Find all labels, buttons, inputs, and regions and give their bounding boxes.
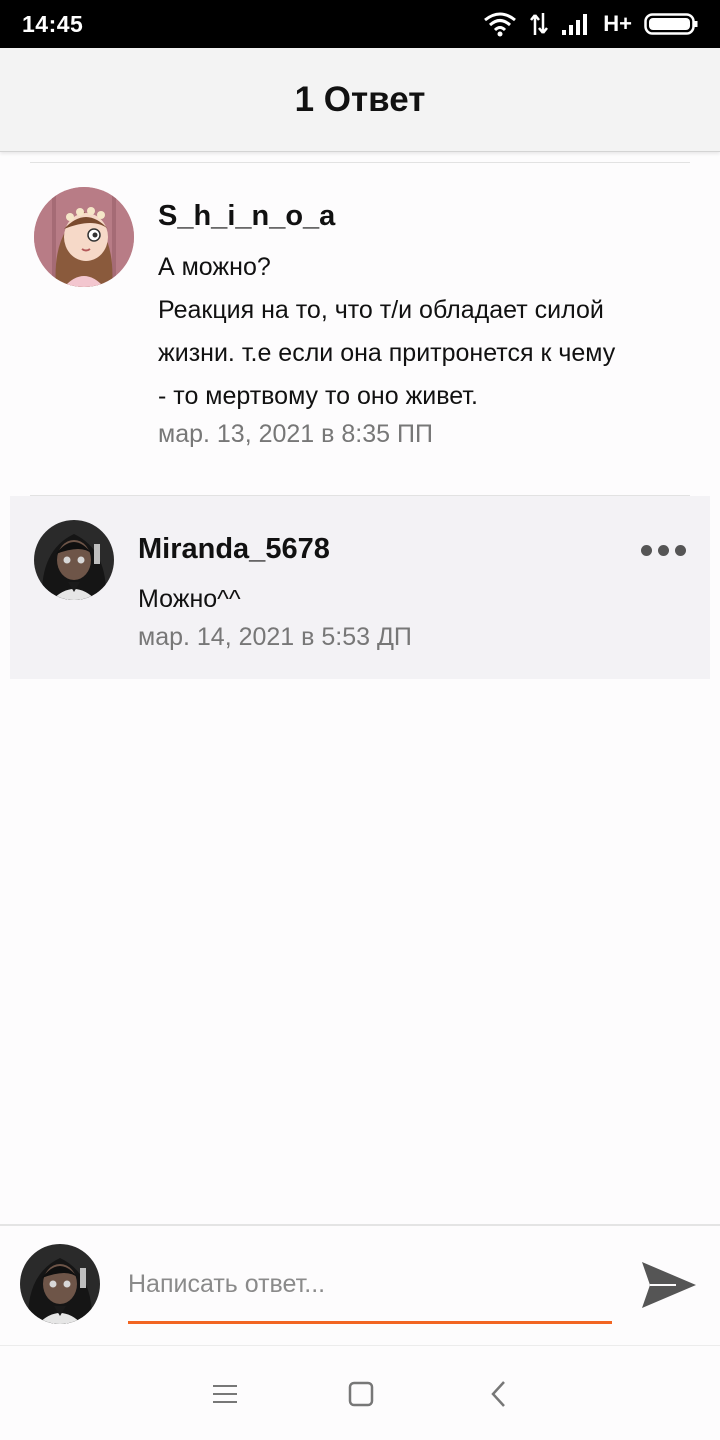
comment-line: жизни. т.е если она притронется к чему [158,339,616,367]
data-arrows-icon [529,11,549,37]
network-type: H+ [603,11,632,36]
status-time: 14:45 [22,10,84,37]
dot [675,544,686,556]
home-square-icon[interactable] [347,1380,375,1413]
comment-date: мар. 13, 2021 в 8:35 ПП [158,420,433,448]
avatar-miranda[interactable] [34,520,114,600]
reply-date: мар. 14, 2021 в 5:53 ДП [138,623,412,651]
comment-body: А можно? Реакция на то, что т/и обладает… [158,246,698,418]
comment-line: - то мертвому то оно живет. [158,382,478,410]
reply-author[interactable]: Miranda_5678 [138,533,330,566]
comment-line: Реакция на то, что т/и обладает силой [158,296,604,324]
more-dots-icon[interactable] [641,542,686,558]
menu-icon[interactable] [211,1382,239,1411]
dot [641,544,652,556]
divider [30,162,690,163]
comment-line: А можно? [158,253,271,281]
battery-icon [644,12,698,36]
signal-icon [561,12,591,36]
status-bar: 14:45 H+ [0,0,720,48]
wifi-icon [483,11,517,37]
reply-input[interactable] [128,1256,612,1312]
navigation-bar [0,1345,720,1440]
input-underline [128,1321,612,1324]
avatar-shinoa[interactable] [34,187,134,287]
send-icon[interactable] [636,1252,702,1318]
dot [658,544,669,556]
comment-author[interactable]: S_h_i_n_o_a [158,200,335,233]
page-title: 1 Ответ [294,79,426,119]
back-chevron-icon[interactable] [487,1379,511,1414]
header: 1 Ответ [0,48,720,152]
reply-text: Можно^^ [138,585,241,613]
status-icons: H+ [483,11,698,37]
current-user-avatar[interactable] [20,1244,100,1324]
